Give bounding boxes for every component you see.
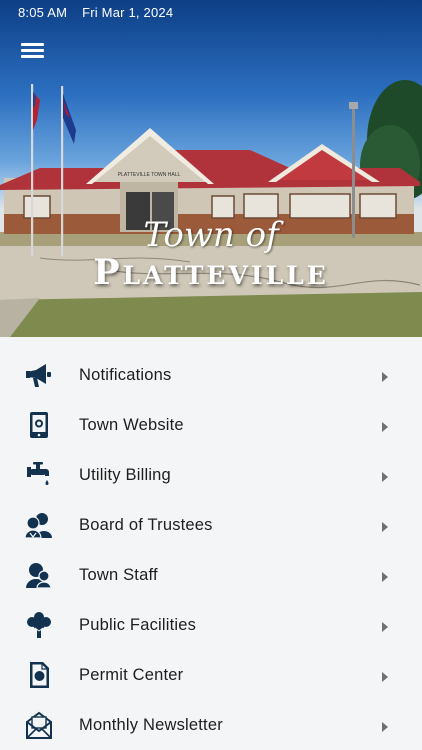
menu-item-notifications[interactable]: Notifications xyxy=(0,350,422,400)
faucet-icon xyxy=(27,462,49,485)
menu-item-town-staff[interactable]: Town Staff xyxy=(0,550,422,600)
megaphone-icon xyxy=(26,364,51,387)
logo-town-of: Town of xyxy=(143,215,279,255)
menu-item-label: Town Staff xyxy=(79,566,158,584)
envelope-icon xyxy=(26,711,52,739)
tablet-icon xyxy=(30,412,48,438)
menu-item-label: Board of Trustees xyxy=(79,516,213,534)
chevron-right-icon xyxy=(382,672,388,682)
chevron-right-icon xyxy=(382,472,388,482)
tree-icon xyxy=(27,612,51,638)
chevron-right-icon xyxy=(382,422,388,432)
menu-item-town-website[interactable]: Town Website xyxy=(0,400,422,450)
hero-banner: PLATTEVILLE TOWN HALL 8:05 AM Fri Mar 1,… xyxy=(0,0,422,337)
chevron-right-icon xyxy=(382,722,388,732)
document-icon xyxy=(30,662,49,688)
status-bar: 8:05 AM Fri Mar 1, 2024 xyxy=(18,5,173,20)
menu-item-label: Town Website xyxy=(79,416,184,434)
status-date: Fri Mar 1, 2024 xyxy=(82,5,174,20)
menu-item-label: Notifications xyxy=(79,366,172,384)
menu-item-label: Public Facilities xyxy=(79,616,197,634)
menu-item-label: Monthly Newsletter xyxy=(79,716,223,734)
chevron-right-icon xyxy=(382,372,388,382)
logo-town-name: Platteville xyxy=(93,252,329,293)
menu-item-permit-center[interactable]: Permit Center xyxy=(0,650,422,700)
menu-item-public-facilities[interactable]: Public Facilities xyxy=(0,600,422,650)
chevron-right-icon xyxy=(382,572,388,582)
staff-icon xyxy=(26,563,52,589)
status-time: 8:05 AM xyxy=(18,5,68,20)
menu-item-label: Permit Center xyxy=(79,666,184,684)
menu-item-label: Utility Billing xyxy=(79,466,171,484)
group-icon xyxy=(24,513,52,539)
main-menu-list: Notifications Town Website Utility Billi… xyxy=(0,337,422,750)
chevron-right-icon xyxy=(382,622,388,632)
menu-item-utility-billing[interactable]: Utility Billing xyxy=(0,450,422,500)
menu-item-board-of-trustees[interactable]: Board of Trustees xyxy=(0,500,422,550)
menu-item-monthly-newsletter[interactable]: Monthly Newsletter xyxy=(0,700,422,750)
chevron-right-icon xyxy=(382,522,388,532)
building-sign: PLATTEVILLE TOWN HALL xyxy=(118,172,181,178)
hamburger-menu-icon[interactable] xyxy=(21,41,44,59)
